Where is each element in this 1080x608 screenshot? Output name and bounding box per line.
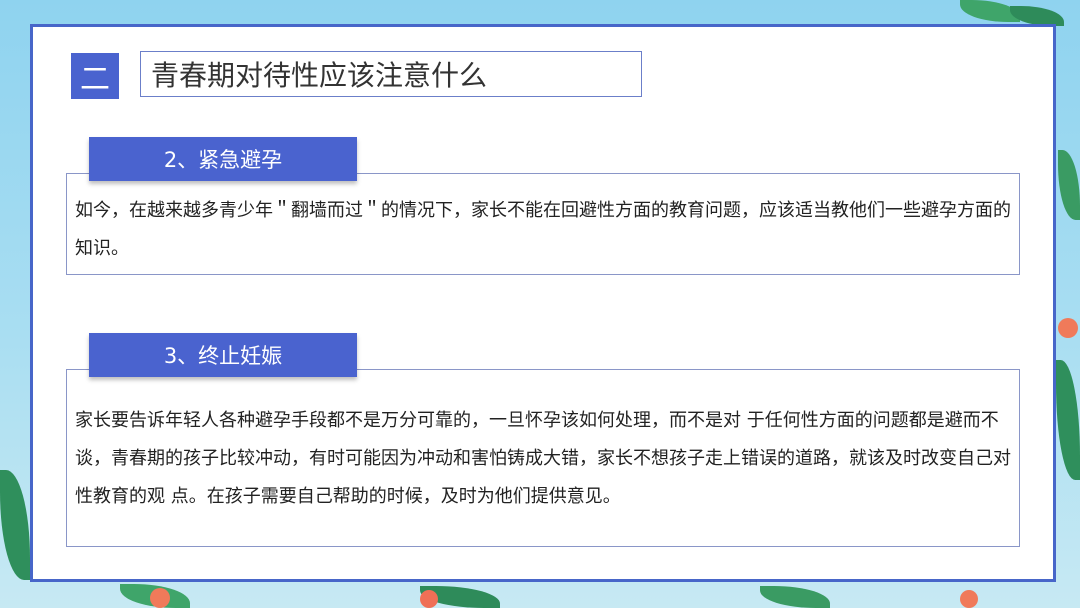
leaf-decoration [1010,6,1064,26]
flower-decoration [150,588,170,608]
item-text: 家长要告诉年轻人各种避孕手段都不是万分可靠的，一旦怀孕该如何处理，而不是对 于任… [75,410,1011,507]
flower-decoration [1058,318,1078,338]
flower-decoration [960,590,978,608]
section-number-badge: 二 [71,53,119,99]
content-panel: 二 青春期对待性应该注意什么 如今，在越来越多青少年＂翻墙而过＂的情况下，家长不… [30,24,1056,582]
leaf-decoration [1058,150,1080,220]
leaf-decoration [1056,360,1080,480]
leaf-decoration [760,586,830,608]
item-text-box: 家长要告诉年轻人各种避孕手段都不是万分可靠的，一旦怀孕该如何处理，而不是对 于任… [66,369,1020,547]
item-text: 如今，在越来越多青少年＂翻墙而过＂的情况下，家长不能在回避性方面的教育问题，应该… [75,200,1011,259]
item-label: 3、终止妊娠 [89,333,357,377]
item-label: 2、紧急避孕 [89,137,357,181]
item-text-box: 如今，在越来越多青少年＂翻墙而过＂的情况下，家长不能在回避性方面的教育问题，应该… [66,173,1020,275]
flower-decoration [420,590,438,608]
leaf-decoration [0,470,30,580]
section-title: 青春期对待性应该注意什么 [140,51,642,97]
